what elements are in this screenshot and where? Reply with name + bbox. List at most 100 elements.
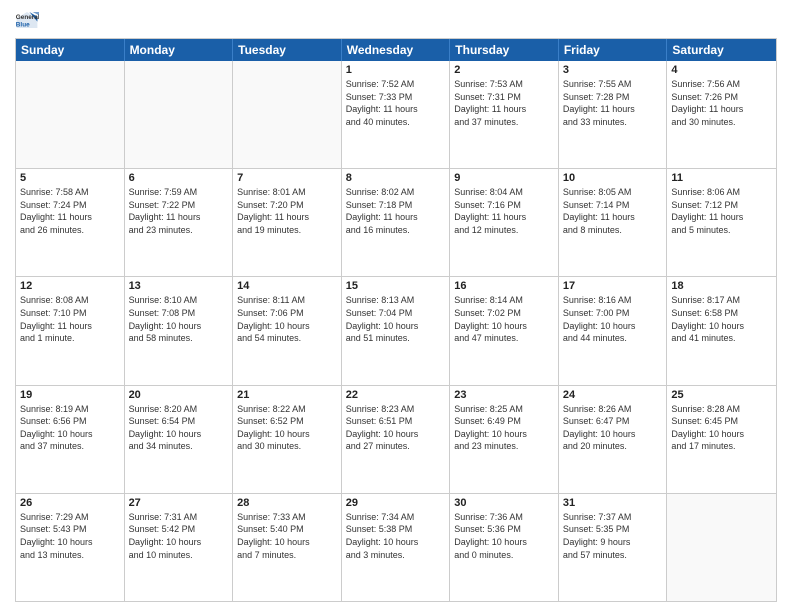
day-number: 27 — [129, 497, 229, 509]
calendar-row: 12Sunrise: 8:08 AMSunset: 7:10 PMDayligh… — [16, 276, 776, 384]
day-number: 4 — [671, 64, 772, 76]
day-number: 3 — [563, 64, 663, 76]
calendar-cell: 1 Sunrise: 7:52 AMSunset: 7:33 PMDaylight… — [342, 61, 451, 168]
calendar-cell — [16, 61, 125, 168]
calendar: SundayMondayTuesdayWednesdayThursdayFrid… — [15, 38, 777, 602]
day-number: 15 — [346, 280, 446, 292]
logo-icon: General Blue — [15, 10, 39, 30]
page-container: General Blue SundayMondayTuesdayWednesda… — [0, 0, 792, 612]
day-number: 17 — [563, 280, 663, 292]
day-number: 25 — [671, 389, 772, 401]
day-info: Sunrise: 7:37 AMSunset: 5:35 PMDaylight:… — [563, 511, 663, 561]
calendar-cell — [667, 494, 776, 601]
calendar-cell: 27 Sunrise: 7:31 AMSunset: 5:42 PMDayligh… — [125, 494, 234, 601]
calendar-cell — [125, 61, 234, 168]
day-number: 1 — [346, 64, 446, 76]
day-number: 9 — [454, 172, 554, 184]
calendar-cell: 29Sunrise: 7:34 AMSunset: 5:38 PMDayligh… — [342, 494, 451, 601]
calendar-row: 5Sunrise: 7:58 AMSunset: 7:24 PMDaylight… — [16, 168, 776, 276]
day-info: Sunrise: 7:36 AMSunset: 5:36 PMDaylight:… — [454, 511, 554, 561]
calendar-cell: 5Sunrise: 7:58 AMSunset: 7:24 PMDaylight… — [16, 169, 125, 276]
day-number: 7 — [237, 172, 337, 184]
day-info: Sunrise: 8:04 AMSunset: 7:16 PMDaylight:… — [454, 186, 554, 236]
weekday-header: Friday — [559, 39, 668, 61]
calendar-header: SundayMondayTuesdayWednesdayThursdayFrid… — [16, 39, 776, 61]
calendar-cell: 17 Sunrise: 8:16 AMSunset: 7:00 PMDayligh… — [559, 277, 668, 384]
calendar-cell: 3 Sunrise: 7:55 AMSunset: 7:28 PMDaylight… — [559, 61, 668, 168]
day-number: 31 — [563, 497, 663, 509]
weekday-header: Thursday — [450, 39, 559, 61]
day-info: Sunrise: 7:58 AMSunset: 7:24 PMDaylight:… — [20, 186, 120, 236]
day-info: Sunrise: 7:56 AMSunset: 7:26 PMDaylight:… — [671, 78, 772, 128]
logo: General Blue — [15, 10, 41, 30]
calendar-cell: 23 Sunrise: 8:25 AMSunset: 6:49 PMDayligh… — [450, 386, 559, 493]
day-info: Sunrise: 8:28 AMSunset: 6:45 PMDaylight:… — [671, 403, 772, 453]
calendar-cell: 10Sunrise: 8:05 AMSunset: 7:14 PMDayligh… — [559, 169, 668, 276]
day-info: Sunrise: 8:13 AMSunset: 7:04 PMDaylight:… — [346, 294, 446, 344]
day-number: 26 — [20, 497, 120, 509]
day-number: 23 — [454, 389, 554, 401]
day-info: Sunrise: 7:29 AMSunset: 5:43 PMDaylight:… — [20, 511, 120, 561]
day-info: Sunrise: 8:14 AMSunset: 7:02 PMDaylight:… — [454, 294, 554, 344]
calendar-cell: 31 Sunrise: 7:37 AMSunset: 5:35 PMDayligh… — [559, 494, 668, 601]
day-info: Sunrise: 8:19 AMSunset: 6:56 PMDaylight:… — [20, 403, 120, 453]
calendar-cell: 4 Sunrise: 7:56 AMSunset: 7:26 PMDaylight… — [667, 61, 776, 168]
weekday-header: Sunday — [16, 39, 125, 61]
calendar-cell: 15 Sunrise: 8:13 AMSunset: 7:04 PMDayligh… — [342, 277, 451, 384]
calendar-row: 1 Sunrise: 7:52 AMSunset: 7:33 PMDaylight… — [16, 61, 776, 168]
calendar-cell: 21Sunrise: 8:22 AMSunset: 6:52 PMDayligh… — [233, 386, 342, 493]
day-info: Sunrise: 8:10 AMSunset: 7:08 PMDaylight:… — [129, 294, 229, 344]
calendar-cell: 13 Sunrise: 8:10 AMSunset: 7:08 PMDayligh… — [125, 277, 234, 384]
day-info: Sunrise: 8:25 AMSunset: 6:49 PMDaylight:… — [454, 403, 554, 453]
calendar-cell — [233, 61, 342, 168]
day-number: 19 — [20, 389, 120, 401]
day-info: Sunrise: 7:31 AMSunset: 5:42 PMDaylight:… — [129, 511, 229, 561]
calendar-cell: 7 Sunrise: 8:01 AMSunset: 7:20 PMDaylight… — [233, 169, 342, 276]
day-info: Sunrise: 7:52 AMSunset: 7:33 PMDaylight:… — [346, 78, 446, 128]
calendar-cell: 25 Sunrise: 8:28 AMSunset: 6:45 PMDayligh… — [667, 386, 776, 493]
calendar-cell: 19 Sunrise: 8:19 AMSunset: 6:56 PMDayligh… — [16, 386, 125, 493]
day-number: 10 — [563, 172, 663, 184]
calendar-cell: 18 Sunrise: 8:17 AMSunset: 6:58 PMDayligh… — [667, 277, 776, 384]
calendar-cell: 26 Sunrise: 7:29 AMSunset: 5:43 PMDayligh… — [16, 494, 125, 601]
calendar-cell: 6 Sunrise: 7:59 AMSunset: 7:22 PMDaylight… — [125, 169, 234, 276]
day-number: 13 — [129, 280, 229, 292]
calendar-cell: 9 Sunrise: 8:04 AMSunset: 7:16 PMDaylight… — [450, 169, 559, 276]
day-info: Sunrise: 7:53 AMSunset: 7:31 PMDaylight:… — [454, 78, 554, 128]
day-number: 6 — [129, 172, 229, 184]
calendar-cell: 14 Sunrise: 8:11 AMSunset: 7:06 PMDayligh… — [233, 277, 342, 384]
day-info: Sunrise: 7:34 AMSunset: 5:38 PMDaylight:… — [346, 511, 446, 561]
day-info: Sunrise: 8:06 AMSunset: 7:12 PMDaylight:… — [671, 186, 772, 236]
calendar-row: 19 Sunrise: 8:19 AMSunset: 6:56 PMDayligh… — [16, 385, 776, 493]
calendar-cell: 11 Sunrise: 8:06 AMSunset: 7:12 PMDayligh… — [667, 169, 776, 276]
day-number: 11 — [671, 172, 772, 184]
day-number: 21 — [237, 389, 337, 401]
calendar-row: 26 Sunrise: 7:29 AMSunset: 5:43 PMDayligh… — [16, 493, 776, 601]
day-number: 12 — [20, 280, 120, 292]
day-number: 14 — [237, 280, 337, 292]
day-number: 2 — [454, 64, 554, 76]
calendar-body: 1 Sunrise: 7:52 AMSunset: 7:33 PMDaylight… — [16, 61, 776, 601]
calendar-cell: 2 Sunrise: 7:53 AMSunset: 7:31 PMDaylight… — [450, 61, 559, 168]
day-number: 18 — [671, 280, 772, 292]
calendar-cell: 22Sunrise: 8:23 AMSunset: 6:51 PMDayligh… — [342, 386, 451, 493]
day-info: Sunrise: 8:26 AMSunset: 6:47 PMDaylight:… — [563, 403, 663, 453]
svg-text:Blue: Blue — [16, 21, 30, 28]
day-info: Sunrise: 8:16 AMSunset: 7:00 PMDaylight:… — [563, 294, 663, 344]
day-info: Sunrise: 7:55 AMSunset: 7:28 PMDaylight:… — [563, 78, 663, 128]
day-number: 28 — [237, 497, 337, 509]
weekday-header: Saturday — [667, 39, 776, 61]
calendar-cell: 16Sunrise: 8:14 AMSunset: 7:02 PMDayligh… — [450, 277, 559, 384]
calendar-cell: 24Sunrise: 8:26 AMSunset: 6:47 PMDayligh… — [559, 386, 668, 493]
day-info: Sunrise: 8:11 AMSunset: 7:06 PMDaylight:… — [237, 294, 337, 344]
calendar-cell: 30Sunrise: 7:36 AMSunset: 5:36 PMDayligh… — [450, 494, 559, 601]
day-info: Sunrise: 8:02 AMSunset: 7:18 PMDaylight:… — [346, 186, 446, 236]
svg-text:General: General — [16, 14, 39, 21]
day-info: Sunrise: 7:59 AMSunset: 7:22 PMDaylight:… — [129, 186, 229, 236]
weekday-header: Tuesday — [233, 39, 342, 61]
day-number: 8 — [346, 172, 446, 184]
day-info: Sunrise: 8:01 AMSunset: 7:20 PMDaylight:… — [237, 186, 337, 236]
calendar-cell: 12Sunrise: 8:08 AMSunset: 7:10 PMDayligh… — [16, 277, 125, 384]
day-info: Sunrise: 8:20 AMSunset: 6:54 PMDaylight:… — [129, 403, 229, 453]
day-info: Sunrise: 8:17 AMSunset: 6:58 PMDaylight:… — [671, 294, 772, 344]
